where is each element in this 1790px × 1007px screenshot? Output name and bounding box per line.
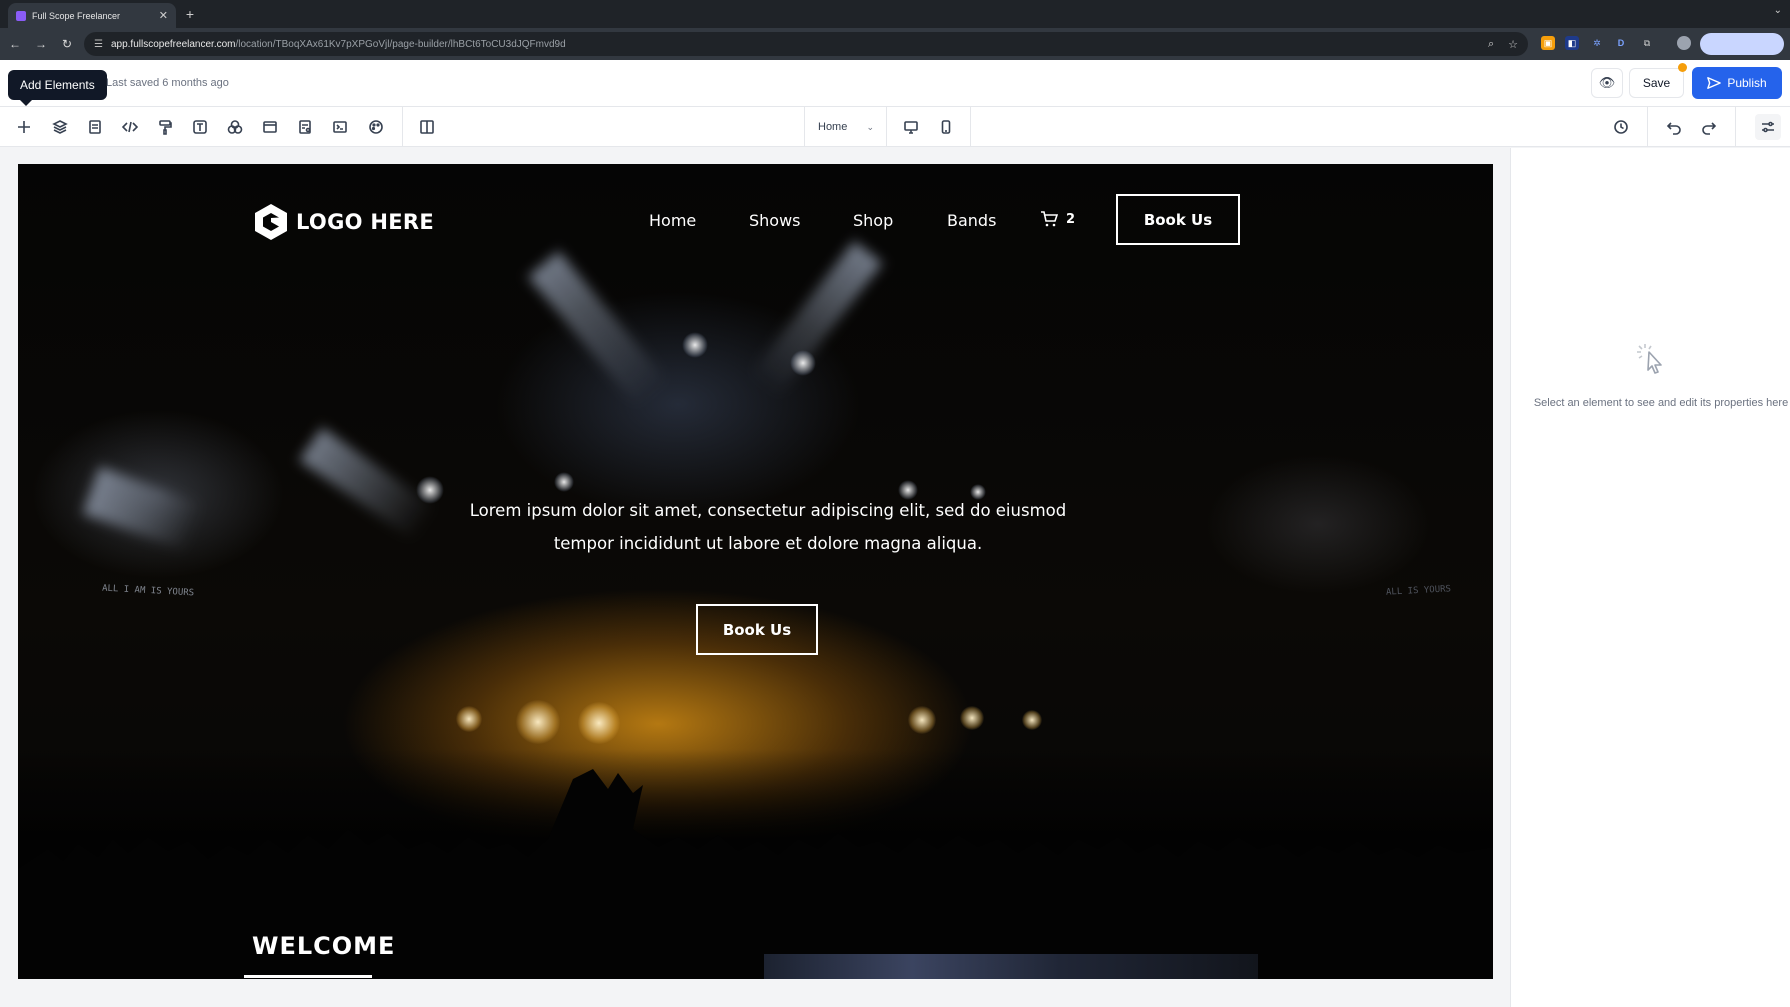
page-selector-label: Home: [818, 121, 848, 133]
desktop-view-icon[interactable]: [900, 116, 922, 138]
toolbar-divider: [886, 107, 887, 147]
zoom-icon[interactable]: ⌕: [1488, 38, 1494, 51]
mobile-view-icon[interactable]: [935, 116, 957, 138]
url-path: /location/TBoqXAx61Kv7pXPGoVjl/page-buil…: [235, 38, 566, 50]
color-circles-icon[interactable]: [224, 116, 246, 138]
toolbar-divider: [1735, 107, 1736, 147]
site-nav-shop[interactable]: Shop: [853, 211, 893, 230]
logo-text: LOGO HERE: [296, 210, 435, 234]
cart-count: 2: [1066, 211, 1076, 227]
hero-text-line: Lorem ipsum dolor sit amet, consectetur …: [469, 501, 1067, 520]
spotlight: [682, 332, 708, 358]
browser-tab[interactable]: Full Scope Freelancer ✕: [8, 3, 176, 28]
extension-gear-icon[interactable]: ✲: [1590, 36, 1604, 50]
site-nav-bands[interactable]: Bands: [947, 211, 996, 230]
url-domain: app.fullscopefreelancer.com: [110, 38, 236, 50]
welcome-underline: [244, 975, 372, 978]
book-us-hero-button[interactable]: Book Us: [696, 604, 818, 655]
forward-icon[interactable]: →: [30, 33, 52, 55]
url-input[interactable]: ☰ app.fullscopefreelancer.com/location/T…: [84, 32, 1528, 56]
site-info-icon[interactable]: ☰: [94, 39, 103, 50]
last-saved-status: Last saved 6 months ago: [106, 77, 229, 89]
new-tab-icon[interactable]: +: [182, 6, 198, 22]
save-button[interactable]: Save: [1629, 68, 1684, 98]
url-text: app.fullscopefreelancer.com/location/TBo…: [111, 39, 566, 50]
code-icon[interactable]: [119, 116, 141, 138]
tab-close-icon[interactable]: ✕: [159, 9, 168, 22]
stage-light: [908, 706, 936, 734]
book-us-nav-button[interactable]: Book Us: [1116, 194, 1240, 245]
cursor-click-icon: [1637, 344, 1662, 374]
spotlight: [554, 472, 574, 492]
welcome-heading: WELCOME: [252, 932, 396, 960]
stage-light: [960, 706, 984, 730]
stage-light: [456, 706, 482, 732]
extension-d-icon[interactable]: D: [1614, 36, 1628, 50]
canvas-bottom-gutter: [0, 979, 1508, 1007]
pages-icon[interactable]: [84, 116, 106, 138]
page-canvas[interactable]: ALL I AM IS YOURS ALL IS YOURS LOGO HERE…: [18, 164, 1493, 979]
spotlight: [790, 350, 816, 376]
publish-label: Publish: [1727, 76, 1767, 90]
builder-toolbar: Home ⌄: [0, 107, 1790, 147]
reload-icon[interactable]: ↻: [56, 33, 78, 55]
add-elements-plus-icon[interactable]: [13, 116, 35, 138]
add-elements-tooltip: Add Elements: [8, 70, 107, 106]
typography-icon[interactable]: [189, 116, 211, 138]
crowd-silhouette: [18, 749, 1493, 979]
properties-hint: Select an element to see and edit its pr…: [1533, 397, 1789, 409]
form-icon[interactable]: [294, 116, 316, 138]
terminal-icon[interactable]: [329, 116, 351, 138]
stage-light: [516, 700, 560, 744]
properties-panel: Select an element to see and edit its pr…: [1510, 148, 1790, 1007]
publish-button[interactable]: Publish: [1692, 67, 1782, 99]
chevron-down-icon: ⌄: [866, 121, 874, 132]
browser-address-bar: ← → ↻ ☰ app.fullscopefreelancer.com/loca…: [0, 28, 1790, 60]
section-icon[interactable]: [259, 116, 281, 138]
history-icon[interactable]: [1610, 116, 1632, 138]
paint-roller-icon[interactable]: [154, 116, 176, 138]
stage-light: [578, 702, 620, 744]
builder-header: Add Elements Last saved 6 months ago 👁 S…: [0, 60, 1790, 107]
toolbar-divider: [402, 107, 403, 147]
notification-dot: [1678, 63, 1687, 72]
redo-icon[interactable]: [1698, 116, 1720, 138]
site-header: LOGO HERE Home Shows Shop Bands 2 Book U…: [18, 164, 1493, 276]
cart-button[interactable]: 2: [1040, 210, 1075, 228]
tab-favicon-icon: [16, 10, 26, 21]
tab-title: Full Scope Freelancer: [32, 10, 121, 21]
extension-icon[interactable]: ▣: [1541, 36, 1555, 50]
back-icon[interactable]: ←: [4, 33, 26, 55]
avatar[interactable]: [1677, 36, 1691, 50]
toolbar-divider: [970, 107, 971, 147]
toolbar-divider: [1647, 107, 1648, 147]
stage-light: [1022, 710, 1042, 730]
page-selector[interactable]: Home ⌄: [810, 116, 882, 138]
layers-icon[interactable]: [49, 116, 71, 138]
site-nav-shows[interactable]: Shows: [749, 211, 801, 230]
palette-icon[interactable]: [365, 116, 387, 138]
toolbar-divider: [804, 107, 805, 147]
settings-sliders-icon[interactable]: [1755, 114, 1781, 140]
extension-icon[interactable]: ◧: [1565, 36, 1579, 50]
browser-tab-bar: Full Scope Freelancer ✕ + ⌄: [0, 0, 1790, 28]
site-nav-home[interactable]: Home: [649, 211, 696, 230]
hexagon-logo-icon: [255, 204, 287, 240]
undo-icon[interactable]: [1663, 116, 1685, 138]
send-icon: [1707, 77, 1722, 89]
hero-text-line: tempor incididunt ut labore et dolore ma…: [553, 534, 983, 553]
welcome-image: [764, 954, 1258, 979]
preview-eye-icon[interactable]: 👁: [1591, 68, 1623, 98]
shopping-cart-icon: [1041, 211, 1058, 227]
bookmark-star-icon[interactable]: ☆: [1508, 38, 1518, 51]
hero-text: Lorem ipsum dolor sit amet, consectetur …: [398, 494, 1138, 560]
extensions-puzzle-icon[interactable]: ⧉: [1640, 36, 1654, 50]
split-view-icon[interactable]: [416, 116, 438, 138]
profile-chip[interactable]: [1700, 33, 1784, 55]
tab-search-chevron-icon[interactable]: ⌄: [1774, 5, 1782, 16]
site-logo[interactable]: LOGO HERE: [252, 202, 434, 242]
